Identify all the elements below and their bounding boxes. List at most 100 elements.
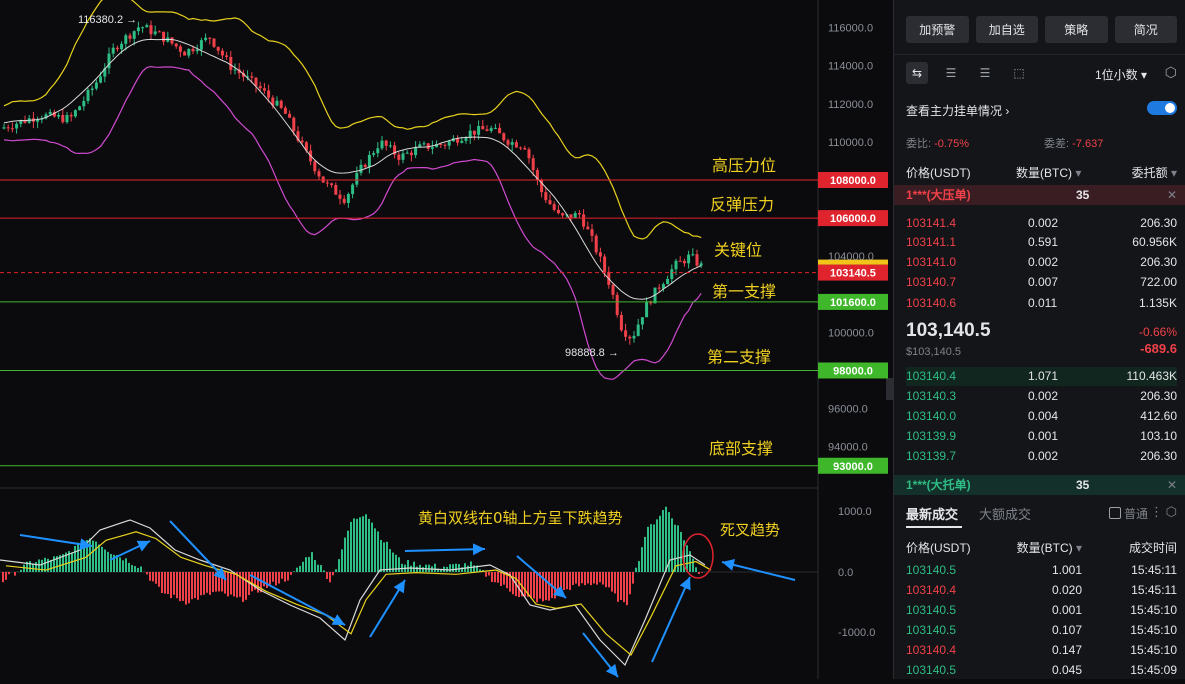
macd-histogram-bar: [170, 572, 172, 598]
trade-header-time: 成交时间: [1129, 539, 1177, 556]
settings-icon[interactable]: ⬡: [1165, 64, 1177, 81]
big-buy-order-bar[interactable]: 1***(大托单) 35 ✕: [894, 475, 1185, 495]
candle-body: [675, 261, 678, 269]
ask-qty: 0.591: [1028, 233, 1058, 252]
trade-qty: 0.147: [1052, 640, 1082, 660]
overview-button[interactable]: 简况: [1115, 16, 1178, 43]
close-icon[interactable]: ✕: [1167, 185, 1177, 205]
ask-qty: 0.002: [1028, 253, 1058, 272]
macd-histogram-bar: [140, 566, 142, 572]
macd-histogram-bar: [149, 572, 151, 581]
tab-big-trades[interactable]: 大额成交: [979, 504, 1031, 523]
ask-row[interactable]: 103141.00.002206.30: [906, 253, 1177, 272]
ask-row[interactable]: 103140.60.0111.135K: [906, 294, 1177, 313]
candle-body: [595, 236, 598, 253]
bid-qty: 1.071: [1028, 367, 1058, 386]
tab-latest-trades[interactable]: 最新成交: [906, 504, 958, 523]
bid-row[interactable]: 103140.41.071110.463K: [906, 367, 1177, 386]
macd-histogram-bar: [122, 560, 124, 572]
svg-text:93000.0: 93000.0: [833, 461, 873, 473]
big-sell-label: 1***(大压单): [906, 185, 971, 205]
macd-histogram-bar: [650, 524, 652, 572]
strategy-button[interactable]: 策略: [1045, 16, 1108, 43]
level-price-tag[interactable]: 101600.0: [818, 294, 888, 310]
macd-histogram-bar: [110, 554, 112, 572]
macd-histogram-bar: [458, 564, 460, 572]
candle-body: [523, 148, 526, 149]
macd-histogram-bar: [77, 543, 79, 572]
bid-row[interactable]: 103139.90.001103.10: [906, 427, 1177, 446]
ob-header-total[interactable]: 委托额 ▾: [1132, 164, 1177, 181]
macd-histogram-bar: [377, 531, 379, 572]
view-bids-icon[interactable]: ☰: [940, 62, 962, 84]
ask-row[interactable]: 103141.10.59160.956K: [906, 233, 1177, 252]
kline-chart-area[interactable]: 高压力位108000.0反弹压力106000.0关键位103140.5第一支撑1…: [0, 0, 893, 679]
macd-histogram-bar: [164, 572, 166, 594]
add-alert-button[interactable]: 加预警: [906, 16, 969, 43]
ask-row[interactable]: 103141.40.002206.30: [906, 214, 1177, 233]
candle-body: [313, 161, 316, 171]
level-price-tag[interactable]: 106000.0: [818, 210, 888, 226]
macd-histogram-bar: [563, 572, 565, 590]
big-sell-order-bar[interactable]: 1***(大压单) 35 ✕: [894, 185, 1185, 205]
price-axis-label: 96000.0: [828, 404, 868, 416]
macd-histogram-bar: [626, 572, 628, 605]
trade-qty: 0.020: [1052, 580, 1082, 600]
trade-time: 15:45:10: [1130, 640, 1177, 660]
orderbook-view-toolbar: ⇆ ☰ ☰ ⬚ 1位小数 ▾ ⬡: [906, 62, 1177, 86]
candle-body: [658, 288, 661, 289]
view-depth-icon[interactable]: ⬚: [1008, 62, 1030, 84]
macd-histogram-bar: [8, 572, 10, 574]
candle-body: [557, 210, 560, 213]
macd-histogram-bar: [584, 572, 586, 585]
candle-body: [280, 101, 283, 108]
menu-icon[interactable]: ⋮: [1150, 504, 1163, 520]
candle-body: [502, 133, 505, 140]
level-price-tag[interactable]: 103140.5: [818, 265, 888, 281]
macd-histogram-bar: [206, 572, 208, 593]
macd-histogram-bar: [374, 528, 376, 572]
ask-row[interactable]: 103140.70.007722.00: [906, 273, 1177, 292]
macd-histogram-bar: [323, 570, 325, 572]
macd-histogram-bar: [299, 566, 301, 572]
ratio-row: 委比: -0.75% 委差: -7.637: [906, 135, 1177, 151]
macd-histogram-bar: [497, 572, 499, 583]
candle-body: [385, 141, 388, 146]
trade-price: 103140.5: [906, 620, 956, 640]
candle-body: [574, 213, 577, 218]
settings-icon[interactable]: ⬡: [1166, 504, 1177, 520]
macd-histogram-bar: [656, 519, 658, 572]
svg-text:98000.0: 98000.0: [833, 366, 873, 378]
ob-header-price: 价格(USDT): [906, 164, 971, 181]
macd-histogram-bar: [284, 572, 286, 582]
bid-price: 103140.0: [906, 407, 956, 426]
macd-histogram-bar: [92, 541, 94, 572]
view-asks-icon[interactable]: ☰: [974, 62, 996, 84]
candle-body: [465, 138, 468, 141]
candle-body: [532, 158, 535, 170]
ob-header-qty[interactable]: 数量(BTC) ▾: [1016, 164, 1081, 181]
decimal-select[interactable]: 1位小数 ▾: [1095, 66, 1147, 83]
change-amount: -689.6: [1140, 341, 1177, 356]
main-orders-link[interactable]: 查看主力挂单情况 ›: [906, 104, 1009, 118]
level-label: 底部支撑: [709, 439, 773, 458]
trade-price: 103140.5: [906, 660, 956, 680]
bid-row[interactable]: 103139.70.002206.30: [906, 447, 1177, 466]
candle-body: [192, 49, 195, 51]
macd-histogram-bar: [662, 510, 664, 572]
close-icon[interactable]: ✕: [1167, 475, 1177, 495]
main-orders-toggle[interactable]: [1147, 101, 1177, 115]
low-annotation: 98888.8 →: [565, 347, 619, 359]
macd-histogram-bar: [692, 559, 694, 572]
level-price-tag[interactable]: 108000.0: [818, 172, 888, 188]
add-watchlist-button[interactable]: 加自选: [976, 16, 1039, 43]
normal-checkbox[interactable]: [1109, 507, 1121, 519]
trade-header-qty[interactable]: 数量(BTC) ▾: [1017, 539, 1082, 556]
kline-chart-svg[interactable]: 高压力位108000.0反弹压力106000.0关键位103140.5第一支撑1…: [0, 0, 893, 679]
candle-body: [326, 183, 329, 184]
level-price-tag[interactable]: 93000.0: [818, 458, 888, 474]
view-both-icon[interactable]: ⇆: [906, 62, 928, 84]
bid-row[interactable]: 103140.30.002206.30: [906, 387, 1177, 406]
level-price-tag[interactable]: 98000.0: [818, 363, 888, 379]
bid-row[interactable]: 103140.00.004412.60: [906, 407, 1177, 426]
